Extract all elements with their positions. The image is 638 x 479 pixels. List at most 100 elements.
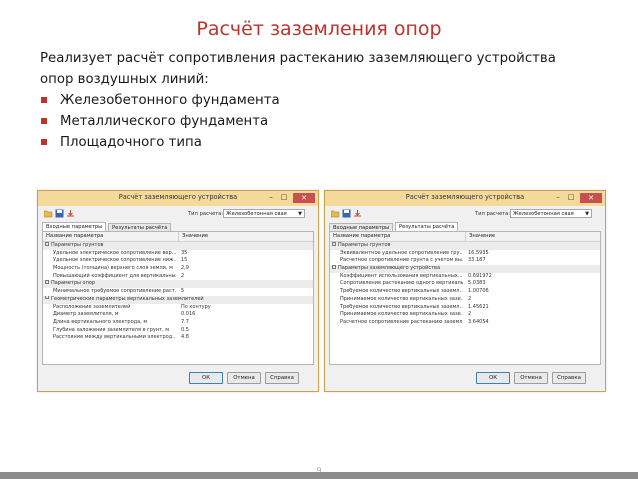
collapse-toggle-icon[interactable] [45,295,49,300]
help-button[interactable]: Справка [552,372,586,384]
param-value[interactable]: 1.00706 [468,288,489,296]
calc-type-select[interactable]: Железобетонная свая ▼ [223,209,305,218]
collapse-toggle-icon[interactable] [332,242,336,246]
bullet-square-icon [41,97,47,103]
table-row[interactable]: Удельное электрическое сопротивление вер… [43,250,313,258]
param-name: Длина вертикального электрода, м [43,319,176,327]
table-row[interactable]: Сопротивление растеканию одного вертикал… [330,280,600,288]
col-header-name[interactable]: Название параметра [46,232,103,241]
param-value[interactable]: 33.187 [468,257,486,265]
table-row[interactable]: Коэффициент использования вертикальных..… [330,273,600,281]
table-row[interactable]: Требуемое количество вертикальных заземл… [330,288,600,296]
row-text: Параметры опор [51,280,96,287]
param-value[interactable]: 1.45621 [468,304,489,312]
param-value[interactable]: 2 [181,273,184,281]
param-value[interactable]: 5 [181,288,184,296]
table-row[interactable]: Мощность (толщина) верхнего слоя земли, … [43,265,313,273]
calc-type-label: Тип расчета: [475,211,511,217]
table-row[interactable]: Удельное электрическое сопротивление ниж… [43,257,313,265]
table-row[interactable]: Повышающий коэффициент для вертикальных … [43,273,313,281]
dialog-title: Расчёт заземляющего устройства [118,193,238,201]
bullet-item: Железобетонного фундамента [40,90,610,111]
table-row[interactable]: Принимаемое количество вертикальных зазе… [330,311,600,319]
param-value[interactable]: 16.5935 [468,250,489,258]
help-button[interactable]: Справка [265,372,299,384]
param-value[interactable]: 35 [181,250,187,258]
param-value[interactable]: По контуру [181,304,211,312]
table-row[interactable]: Принимаемое количество вертикальных зазе… [330,296,600,304]
row-text: Глубина заложения заземлителя в грунт, м [53,326,170,333]
dialog-titlebar[interactable]: Расчёт заземляющего устройства – □ ✕ [325,191,605,206]
table-row[interactable]: Расчетное сопротивление грунта с учетом … [330,257,600,265]
table-row[interactable]: Расчетное сопротивление растеканию зазем… [330,319,600,327]
cancel-button[interactable]: Отмена [227,372,261,384]
table-row[interactable]: Диаметр заземлителя, м 0.016 [43,311,313,319]
slide-title: Расчёт заземления опор [196,18,442,40]
intro-line-2: опор воздушных линий: [40,72,209,87]
close-icon[interactable]: ✕ [293,193,315,203]
group-row[interactable]: Параметры грунтов [330,242,600,250]
close-icon[interactable]: ✕ [580,193,602,203]
save-icon[interactable] [342,209,351,218]
table-row[interactable]: Расположение заземлителей По контуру [43,304,313,312]
param-value[interactable]: 15 [181,257,187,265]
param-value[interactable]: 0.5 [181,327,189,335]
row-text: Коэффициент использования вертикальных..… [340,272,463,279]
group-row[interactable]: Параметры опор [43,280,313,289]
row-text: Удельное электрическое сопротивление вер… [53,249,176,256]
param-value[interactable]: 3.64054 [468,319,489,327]
param-value[interactable]: 0.691972 [468,273,492,281]
group-row[interactable]: Параметры заземляющего устройства [330,265,600,273]
table-row[interactable]: Эквивалентное удельное сопротивление гру… [330,250,600,258]
row-text: Мощность (толщина) верхнего слоя земли, … [53,265,173,272]
group-label: Параметры заземляющего устройства [330,265,590,273]
export-icon[interactable] [66,209,75,218]
group-label: Параметры опор [43,280,303,288]
calc-type-select[interactable]: Железобетонная свая ▼ [510,209,592,218]
row-text: Геометрические параметры вертикальных за… [51,295,204,302]
row-text: Расположение заземлителей [53,303,131,310]
param-value[interactable]: 2 [468,296,471,304]
open-folder-icon[interactable] [44,209,53,218]
col-header-name[interactable]: Название параметра [333,232,390,241]
ok-button[interactable]: ОК [476,372,510,384]
cancel-button[interactable]: Отмена [514,372,548,384]
col-header-value[interactable]: Значение [178,232,208,241]
param-value[interactable]: 4.8 [181,334,189,342]
collapse-toggle-icon[interactable] [45,280,49,284]
table-row[interactable]: Минимальное требуемое сопротивление раст… [43,288,313,296]
collapse-toggle-icon[interactable] [332,265,336,269]
tab-strip: Входные параметры Результаты расчёта [329,222,605,232]
group-row[interactable]: Геометрические параметры вертикальных за… [43,295,313,304]
table-row[interactable]: Глубина заложения заземлителя в грунт, м… [43,327,313,335]
bullet-square-icon [41,139,47,145]
minimize-icon[interactable]: – [266,193,276,201]
param-value[interactable]: 5.0383 [468,280,486,288]
results-dialog: Расчёт заземляющего устройства – □ ✕ Тип… [324,190,606,392]
bullet-item: Площадочного типа [40,132,610,153]
minimize-icon[interactable]: – [553,193,563,201]
row-text: Эквивалентное удельное сопротивление гру… [340,249,463,256]
table-row[interactable]: Расстояние между вертикальными электрод.… [43,334,313,342]
ok-button[interactable]: ОК [189,372,223,384]
open-folder-icon[interactable] [331,209,340,218]
group-label: Параметры грунтов [330,242,590,250]
table-row[interactable]: Длина вертикального электрода, м 7.7 [43,319,313,327]
col-header-value[interactable]: Значение [465,232,495,241]
param-value[interactable]: 2,9 [181,265,189,273]
save-icon[interactable] [55,209,64,218]
row-text: Повышающий коэффициент для вертикальных … [53,272,176,279]
param-value[interactable]: 0.016 [181,311,195,319]
param-value[interactable]: 7.7 [181,319,189,327]
collapse-toggle-icon[interactable] [45,242,49,246]
maximize-icon[interactable]: □ [566,193,576,201]
maximize-icon[interactable]: □ [279,193,289,201]
row-text: Диаметр заземлителя, м [53,311,119,318]
intro-text: Реализует расчёт сопротивления растекани… [40,48,610,153]
group-row[interactable]: Параметры грунтов [43,242,313,250]
export-icon[interactable] [353,209,362,218]
table-row[interactable]: Требуемое количество вертикальных заземл… [330,304,600,312]
dialog-titlebar[interactable]: Расчёт заземляющего устройства – □ ✕ [38,191,318,206]
param-value[interactable]: 2 [468,311,471,319]
row-text: Расстояние между вертикальными электрод.… [53,334,176,341]
